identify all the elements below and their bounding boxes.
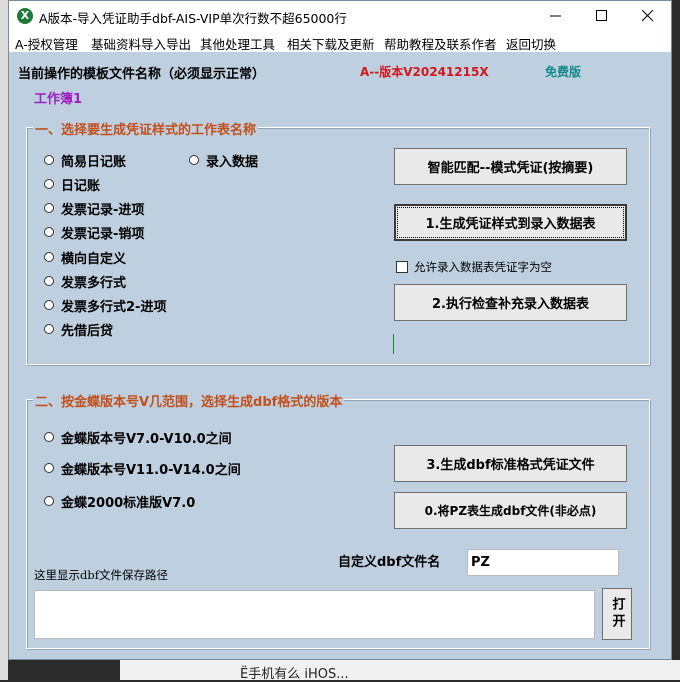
- menu-basic-data[interactable]: 基础资料导入导出: [91, 34, 191, 53]
- title-bar: X A版本-导入凭证助手dbf-AIS-VIP单次行数不超65000行: [9, 1, 671, 31]
- smart-match-button[interactable]: 智能匹配--模式凭证(按摘要): [394, 148, 627, 185]
- menu-other-tools[interactable]: 其他处理工具: [200, 34, 275, 53]
- close-button[interactable]: [625, 1, 671, 31]
- open-button[interactable]: 打开: [602, 588, 632, 640]
- check-supplement-button[interactable]: 2.执行检查补充录入数据表: [394, 284, 627, 321]
- close-icon: [642, 10, 654, 22]
- window-title: A版本-导入凭证助手dbf-AIS-VIP单次行数不超65000行: [39, 11, 347, 26]
- radio-kingdee-v7-v10[interactable]: 金蝶版本号V7.0-V10.0之间: [44, 428, 232, 447]
- menu-bar: A-授权管理 基础资料导入导出 其他处理工具 相关下载及更新 帮助教程及联系作者…: [9, 31, 671, 52]
- version-label: A--版本V20241215X: [360, 65, 489, 79]
- radio-simple-journal[interactable]: 简易日记账: [44, 151, 126, 170]
- workbook-name: 工作簿1: [34, 92, 83, 107]
- dbf-version-group: 二、按金蝶版本号V几范围，选择生成dbf格式的版本 金蝶版本号V7.0-V10.…: [26, 391, 650, 649]
- progress-indicator: [393, 334, 394, 354]
- radio-invoice-multiline[interactable]: 发票多行式: [44, 272, 126, 291]
- pz-to-dbf-button[interactable]: 0.将PZ表生成dbf文件(非必点): [394, 492, 627, 529]
- allow-empty-voucher-checkbox[interactable]: 允许录入数据表凭证字为空: [396, 259, 552, 275]
- worksheet-group-title: 一、选择要生成凭证样式的工作表名称: [33, 119, 259, 138]
- radio-invoice-multiline-2[interactable]: 发票多行式2-进项: [44, 296, 166, 315]
- radio-debit-first[interactable]: 先借后贷: [44, 320, 113, 339]
- app-window: X A版本-导入凭证助手dbf-AIS-VIP单次行数不超65000行 A-授权…: [8, 0, 672, 660]
- app-logo-icon: X: [17, 8, 33, 24]
- maximize-icon: [596, 10, 607, 21]
- dbf-path-field[interactable]: [34, 590, 595, 639]
- worksheet-group: 一、选择要生成凭证样式的工作表名称 简易日记账 日记账 发票记录-进项 发票记录…: [26, 119, 650, 365]
- background-taskbar: [120, 660, 680, 680]
- dbf-path-label: 这里显示dbf文件保存路径: [34, 568, 168, 582]
- custom-dbf-name-input[interactable]: PZ: [467, 549, 619, 576]
- generate-voucher-button[interactable]: 1.生成凭证样式到录入数据表: [394, 204, 627, 241]
- maximize-button[interactable]: [579, 1, 625, 31]
- minimize-button[interactable]: [533, 1, 579, 31]
- minimize-icon: [550, 15, 561, 17]
- radio-horizontal-custom[interactable]: 横向自定义: [44, 248, 126, 267]
- menu-switch-back[interactable]: 返回切换: [506, 34, 556, 53]
- menu-license[interactable]: A-授权管理: [15, 34, 78, 53]
- dbf-version-group-title: 二、按金蝶版本号V几范围，选择生成dbf格式的版本: [33, 391, 345, 410]
- menu-downloads[interactable]: 相关下载及更新: [287, 34, 375, 53]
- background-window-edge: [0, 0, 8, 680]
- generate-dbf-button[interactable]: 3.生成dbf标准格式凭证文件: [394, 445, 627, 482]
- radio-invoice-output[interactable]: 发票记录-销项: [44, 223, 144, 242]
- radio-kingdee-2000[interactable]: 金蝶2000标准版V7.0: [44, 492, 195, 511]
- background-taskbar-text: Ё手机有么 iHOS...: [240, 667, 349, 682]
- radio-kingdee-v11-v14[interactable]: 金蝶版本号V11.0-V14.0之间: [44, 459, 241, 478]
- radio-journal[interactable]: 日记账: [44, 175, 100, 194]
- radio-input-data[interactable]: 录入数据: [189, 151, 258, 170]
- template-file-label: 当前操作的模板文件名称（必须显示正常）: [18, 67, 266, 82]
- edition-label: 免费版: [545, 65, 582, 79]
- menu-help[interactable]: 帮助教程及联系作者: [384, 34, 497, 53]
- radio-invoice-input[interactable]: 发票记录-进项: [44, 199, 144, 218]
- custom-dbf-name-label: 自定义dbf文件名: [338, 555, 441, 570]
